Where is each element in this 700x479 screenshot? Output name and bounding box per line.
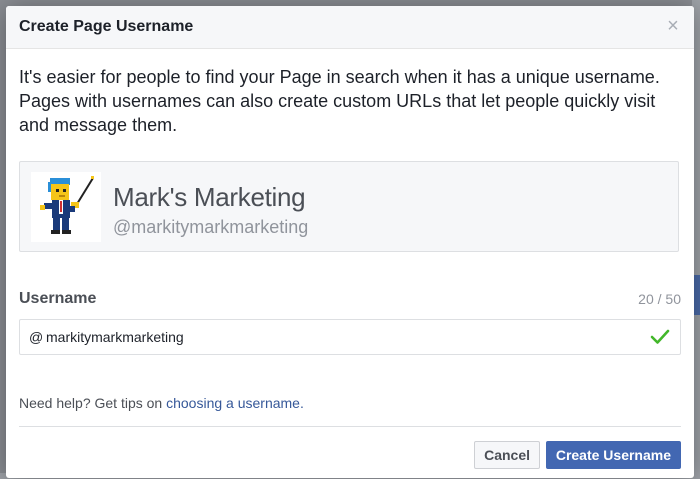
help-prefix: Need help? Get tips on [19, 395, 167, 411]
page-preview-card: Mark's Marketing @markitymarkmarketing [19, 161, 679, 252]
page-avatar [31, 172, 101, 242]
username-input-wrapper: @ [19, 319, 681, 355]
dialog-body: It's easier for people to find your Page… [6, 49, 694, 477]
close-icon[interactable]: × [665, 16, 681, 36]
username-input[interactable] [46, 320, 636, 354]
dialog-header: Create Page Username × [6, 6, 694, 49]
dialog-footer: Cancel Create Username [19, 427, 681, 477]
help-text: Need help? Get tips on choosing a userna… [19, 395, 681, 411]
intro-text: It's easier for people to find your Page… [19, 67, 660, 135]
checkmark-icon [650, 329, 670, 344]
character-counter: 20 / 50 [638, 291, 681, 307]
create-username-dialog: Create Page Username × It's easier for p… [6, 6, 694, 478]
dialog-title: Create Page Username [19, 18, 194, 35]
create-username-button[interactable]: Create Username [545, 441, 681, 469]
pixel-character-conductor-icon [40, 176, 94, 234]
page-handle: @markitymarkmarketing [113, 217, 309, 237]
choosing-username-link[interactable]: choosing a username. [166, 395, 304, 411]
username-label: Username [19, 290, 97, 307]
cancel-button[interactable]: Cancel [474, 441, 540, 469]
username-label-row: Username 20 / 50 [19, 290, 681, 308]
at-prefix: @ [29, 329, 44, 345]
page-name: Mark's Marketing [113, 182, 306, 212]
